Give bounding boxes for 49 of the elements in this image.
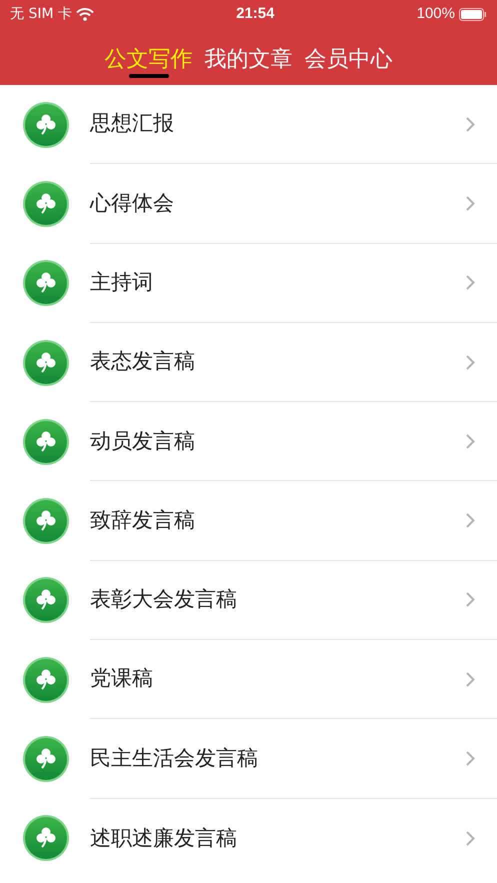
- item-label: 表彰大会发言稿: [90, 586, 238, 614]
- list-item[interactable]: 思想汇报: [0, 85, 497, 164]
- clover-icon: [22, 338, 70, 387]
- chevron-right-icon: [466, 275, 475, 290]
- chevron-right-icon: [466, 116, 475, 132]
- item-label: 思想汇报: [90, 110, 175, 138]
- item-label: 表态发言稿: [90, 348, 196, 376]
- nav-tab[interactable]: 公文写作: [104, 38, 192, 80]
- chevron-right-icon: [466, 751, 475, 766]
- clover-icon: [22, 497, 70, 546]
- clover-icon: [22, 180, 70, 228]
- list-item[interactable]: 表彰大会发言稿: [0, 560, 497, 640]
- item-label: 致辞发言稿: [90, 506, 196, 534]
- clover-icon: [22, 418, 70, 466]
- item-label: 述职述廉发言稿: [90, 824, 238, 852]
- nav-tab[interactable]: 会员中心: [304, 38, 392, 80]
- chevron-right-icon: [466, 592, 475, 608]
- list-item[interactable]: 表态发言稿: [0, 322, 497, 402]
- clover-icon: [22, 735, 70, 784]
- list-item[interactable]: 致辞发言稿: [0, 481, 497, 561]
- clover-icon: [22, 814, 70, 862]
- list-item[interactable]: 党课稿: [0, 640, 497, 720]
- list-item[interactable]: 主持词: [0, 244, 497, 323]
- chevron-right-icon: [466, 196, 475, 211]
- chevron-right-icon: [466, 513, 475, 528]
- item-label: 民主生活会发言稿: [90, 744, 259, 772]
- tab-indicator: [128, 74, 168, 78]
- item-label: 主持词: [90, 268, 154, 296]
- chevron-right-icon: [466, 672, 475, 687]
- carrier-text: 无 SIM 卡: [10, 4, 72, 24]
- item-label: 心得体会: [90, 190, 175, 217]
- item-label: 党课稿: [90, 665, 154, 692]
- battery-icon: [459, 8, 487, 20]
- clover-icon: [22, 259, 70, 308]
- clover-icon: [22, 576, 70, 624]
- chevron-right-icon: [466, 434, 475, 449]
- chevron-right-icon: [466, 830, 475, 846]
- item-label: 动员发言稿: [90, 428, 196, 455]
- clover-icon: [22, 100, 70, 149]
- list-item[interactable]: 民主生活会发言稿: [0, 719, 497, 799]
- wifi-icon: [76, 8, 94, 20]
- list-item[interactable]: 述职述廉发言稿: [0, 798, 497, 878]
- clock-text: 21:54: [236, 4, 274, 24]
- chevron-right-icon: [466, 354, 475, 370]
- list-item[interactable]: 心得体会: [0, 164, 497, 244]
- nav-tab[interactable]: 我的文章: [204, 38, 292, 80]
- list-item[interactable]: 动员发言稿: [0, 402, 497, 482]
- battery-text: 100%: [416, 4, 455, 24]
- clover-icon: [22, 656, 70, 704]
